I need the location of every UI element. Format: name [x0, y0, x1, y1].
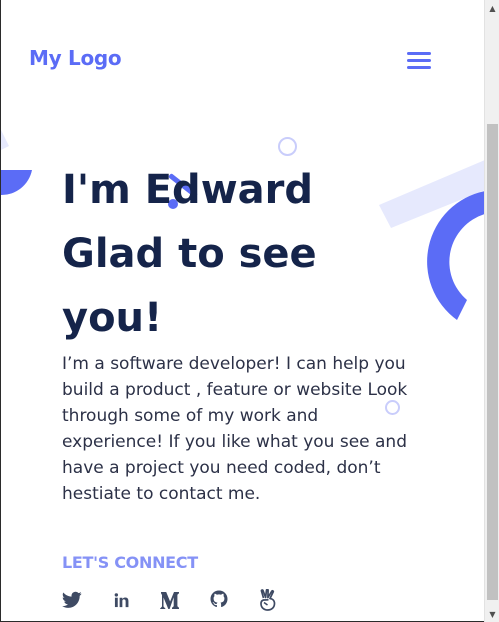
decorative-right-arc: [379, 160, 484, 320]
hamburger-menu-icon[interactable]: [407, 51, 431, 71]
decorative-left-arc: [1, 130, 32, 196]
menu-bar: [407, 59, 431, 62]
page-viewport: My Logo I'm Edward Glad to see you! I’m …: [0, 0, 484, 622]
social-links: [60, 588, 305, 612]
linkedin-icon[interactable]: [109, 588, 133, 612]
scroll-up-arrow-icon[interactable]: ▲: [485, 0, 499, 16]
hero-title: I'm Edward Glad to see you!: [62, 158, 392, 350]
angellist-icon[interactable]: [256, 588, 280, 612]
hero-title-line: you!: [62, 295, 163, 341]
menu-bar: [407, 66, 431, 69]
scrollbar-thumb[interactable]: [487, 124, 498, 600]
hero-title-line: Glad to see: [62, 231, 317, 277]
site-logo[interactable]: My Logo: [29, 46, 122, 70]
medium-icon[interactable]: [158, 588, 182, 612]
github-icon[interactable]: [207, 588, 231, 612]
connect-heading: LET'S CONNECT: [62, 553, 198, 572]
menu-bar: [407, 52, 431, 55]
scroll-down-arrow-icon[interactable]: ▼: [485, 606, 499, 622]
vertical-scrollbar[interactable]: ▲ ▼: [484, 0, 499, 622]
hero-description: I’m a software developer! I can help you…: [62, 354, 408, 504]
decorative-ring: [278, 137, 297, 156]
twitter-icon[interactable]: [60, 588, 84, 612]
hero-title-line: I'm Edward: [62, 167, 313, 213]
